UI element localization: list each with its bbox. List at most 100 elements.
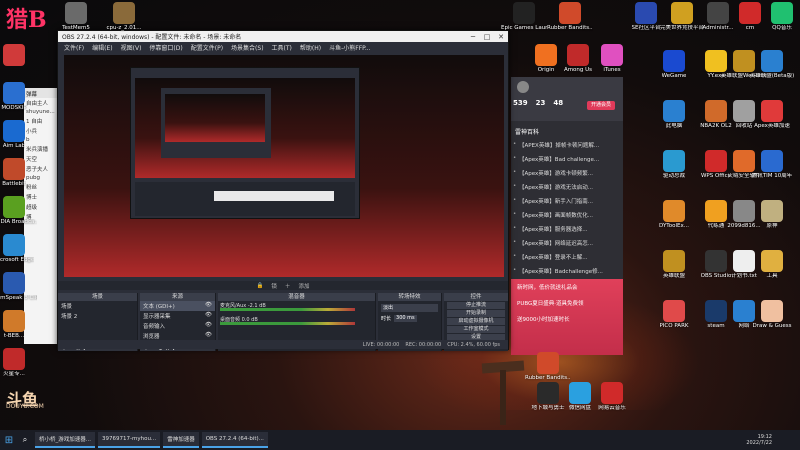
menu-item[interactable]: 帮助(H)	[300, 43, 321, 52]
desktop-icon[interactable]: NVIDIA Broadca...	[0, 196, 37, 226]
menu-item[interactable]: 斗鱼-小熊FFP...	[329, 43, 370, 52]
desktop-icon[interactable]: TestMem5	[54, 2, 98, 32]
desktop-icon[interactable]: DYToolEx...	[652, 200, 696, 230]
close-icon[interactable]: ✕	[494, 33, 508, 41]
control-button[interactable]: 开始录制	[447, 310, 505, 317]
promo-line: 新时网，低价就送礼品会	[517, 285, 578, 291]
scenes-title: 场景	[58, 293, 137, 301]
desktop-icon-label: Origin	[537, 67, 555, 73]
taskbar-window[interactable]: 雷神加速器	[163, 432, 199, 448]
desktop-icon[interactable]: 工具	[750, 250, 794, 280]
desktop-icon[interactable]: Apex英雄加速	[750, 100, 794, 130]
taskbar-window[interactable]: 桥小桥_游戏加速器...	[35, 432, 95, 448]
desktop-icon[interactable]: 网易云音乐	[590, 382, 634, 412]
article-link[interactable]: 【Apex英雄】画面帧数优化...	[511, 208, 623, 222]
desktop-icon[interactable]: WeGame	[652, 50, 696, 80]
desktop-icon-label: Among Us	[563, 67, 593, 73]
menu-item[interactable]: 工具(T)	[272, 43, 292, 52]
obs-statusbar: LIVE: 00:00:00 REC: 00:00:00 CPU: 2.4%, …	[58, 340, 508, 349]
source-item[interactable]: 音频输入 👁	[140, 321, 215, 331]
article-link[interactable]: 【Apex英雄】网络延迟高怎...	[511, 236, 623, 250]
article-link[interactable]: 【Apex英雄】游戏卡顿频繁...	[511, 166, 623, 180]
desktop-icon-label: 工具	[766, 273, 778, 279]
leigod-header: 539 23 48 开通会员	[511, 77, 623, 121]
duration-input[interactable]: 300 ms	[394, 315, 417, 322]
desktop-icon-label: Rubber Bandits...	[525, 375, 571, 381]
add-icon[interactable]: ＋	[285, 282, 291, 290]
desktop-icon[interactable]: Draw & Guess	[750, 300, 794, 330]
taskbar-window[interactable]: OBS 27.2.4 (64-bit)...	[201, 432, 268, 448]
article-link[interactable]: 【Apex英雄】Bad challenge...	[511, 152, 623, 166]
article-link[interactable]: 【Apex英雄】Badchallenge修...	[511, 264, 623, 278]
control-button[interactable]: 停止推流	[447, 302, 505, 309]
desktop-icon[interactable]: 此电脑	[652, 100, 696, 130]
desktop-icon[interactable]: MODSKIP	[0, 82, 36, 112]
desktop-icon[interactable]: Microsoft Edge	[0, 234, 36, 264]
control-button[interactable]: 工作室模式	[447, 326, 505, 333]
desktop-icon[interactable]: 原神	[750, 200, 794, 230]
app-icon	[663, 100, 685, 122]
scene-item[interactable]: 场景 2	[58, 311, 137, 321]
desktop-icon[interactable]: Aim Lab	[0, 120, 36, 150]
desktop-icon[interactable]: QQ音乐	[760, 2, 800, 32]
transition-type-select[interactable]: 淡出	[381, 304, 438, 312]
visibility-icon[interactable]: 👁	[205, 332, 212, 338]
desktop-icon[interactable]: Battlebit	[0, 158, 36, 188]
desktop-icon[interactable]: t-BEB...	[0, 310, 36, 340]
source-item[interactable]: 文本 (GDI+) 👁	[140, 301, 215, 311]
desktop-icon[interactable]: Epic Games Launcher	[501, 2, 547, 32]
stat-value: 23	[535, 99, 546, 107]
source-item[interactable]: 显示器采集 👁	[140, 311, 215, 321]
promo-banner[interactable]: 新时网，低价就送礼品会 PUBG夏日盛典·道具免费领 送9000小时加速时长	[511, 279, 623, 355]
desktop-icon[interactable]: 火星专...	[0, 348, 36, 378]
scene-item[interactable]: 场景	[58, 301, 137, 311]
lock-icon[interactable]: 🔒	[257, 283, 264, 289]
maximize-icon[interactable]: □	[480, 33, 494, 41]
article-link[interactable]: 【Apex英雄】游戏无法启动...	[511, 180, 623, 194]
desktop-icon[interactable]: iTunes	[590, 44, 634, 74]
desktop-icon[interactable]: Rubber Bandits...	[547, 2, 593, 32]
windows-start-icon[interactable]: ⊞	[0, 435, 18, 446]
desktop-icon-label: PICO PARK	[659, 323, 689, 329]
menu-item[interactable]: 停靠窗口(D)	[149, 43, 182, 52]
desktop-icon[interactable]: 腾讯TIM 10周年	[750, 150, 794, 180]
vip-button[interactable]: 开通会员	[587, 101, 615, 110]
menu-item[interactable]: 文件(F)	[64, 43, 84, 52]
menu-item[interactable]: 编辑(E)	[92, 43, 112, 52]
mixer-row[interactable]: 麦克风/Aux -2.1 dB	[220, 302, 373, 315]
search-icon[interactable]: ⌕	[18, 435, 32, 445]
desktop-icon[interactable]: cpu-z_2.01...	[102, 2, 146, 32]
obs-preview[interactable]	[64, 55, 504, 277]
desktop-icon[interactable]: TeamSpeak 3 Client	[0, 272, 37, 302]
promo-line: 送9000小时加速时长	[517, 317, 570, 323]
taskbar-window[interactable]: 39769717-myhou...	[98, 432, 161, 448]
app-icon	[663, 50, 685, 72]
desktop-icon[interactable]: 英雄联盟	[652, 250, 696, 280]
visibility-icon[interactable]: 👁	[205, 322, 212, 328]
minimize-icon[interactable]: ─	[466, 33, 480, 41]
menu-item[interactable]: 配置文件(P)	[191, 43, 223, 52]
desktop-icon[interactable]: 英雄联盟(Beta版)	[750, 50, 794, 80]
article-link[interactable]: 【APEX英雄】掉帧卡顿问题解...	[511, 138, 623, 152]
visibility-icon[interactable]: 👁	[205, 312, 212, 318]
desktop-icon[interactable]: 驱动总裁	[652, 150, 696, 180]
system-tray[interactable]: 19:12 2022/7/22	[746, 434, 800, 446]
menu-item[interactable]: 视图(V)	[121, 43, 142, 52]
mixer-row[interactable]: 桌面音频 0.0 dB	[220, 316, 373, 329]
desktop-icon[interactable]: PICO PARK	[652, 300, 696, 330]
leigod-panel[interactable]: 539 23 48 开通会员 雷神百科 【APEX英雄】掉帧卡顿问题解...【A…	[511, 77, 623, 355]
mixer-title: 混音器	[218, 293, 375, 301]
article-link[interactable]: 【Apex英雄】登录不上解...	[511, 250, 623, 264]
app-icon	[761, 100, 783, 122]
desktop-icon[interactable]: Rubber Bandits...	[525, 352, 571, 382]
desktop-icon[interactable]	[0, 44, 36, 67]
avatar[interactable]	[517, 81, 529, 93]
desktop-icon-label: 驱动总裁	[662, 173, 685, 179]
obs-titlebar[interactable]: OBS 27.2.4 (64-bit, windows) - 配置文件: 未命名…	[58, 31, 508, 42]
obs-window[interactable]: OBS 27.2.4 (64-bit, windows) - 配置文件: 未命名…	[57, 30, 509, 352]
article-link[interactable]: 【Apex英雄】新手入门指南...	[511, 194, 623, 208]
control-button[interactable]: 启动虚拟摄像机	[447, 318, 505, 325]
menu-item[interactable]: 场景集合(S)	[231, 43, 264, 52]
visibility-icon[interactable]: 👁	[205, 302, 212, 308]
article-link[interactable]: 【Apex英雄】服务器选择...	[511, 222, 623, 236]
